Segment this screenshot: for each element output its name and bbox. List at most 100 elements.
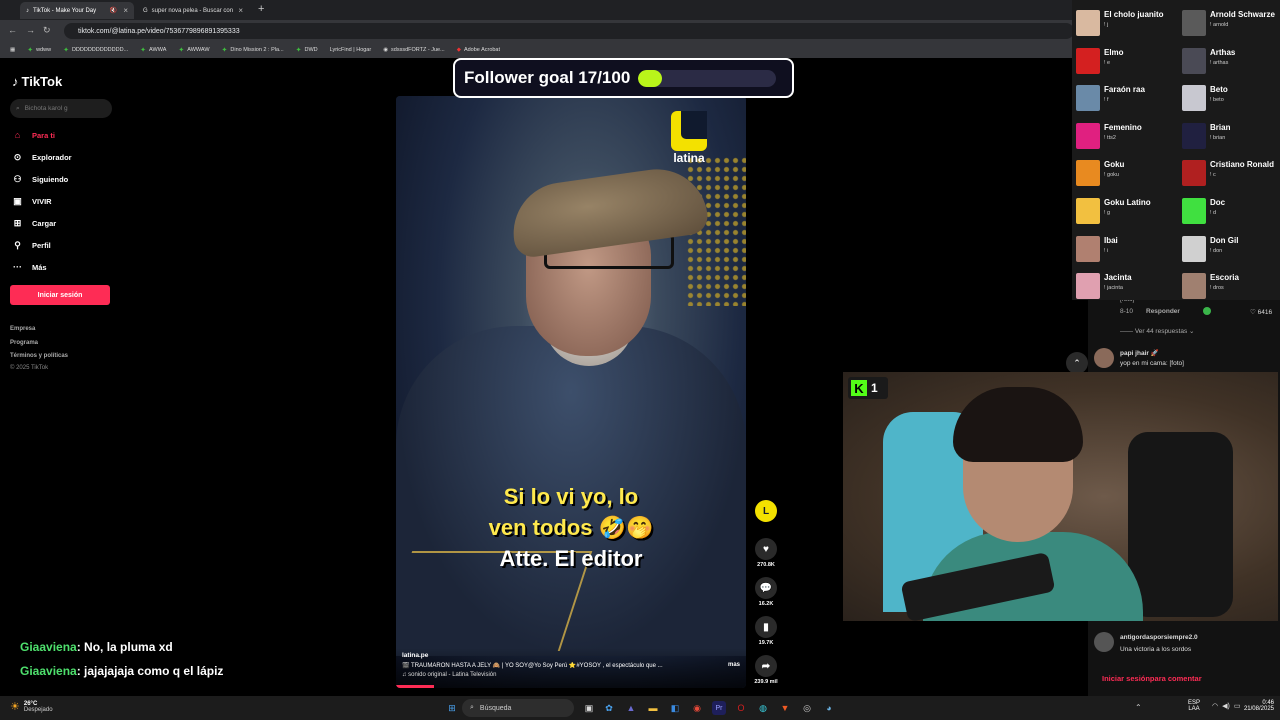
footer-link[interactable]: Empresa xyxy=(10,326,35,332)
viewer-voice-item[interactable]: Doc ! d xyxy=(1182,198,1280,234)
back-icon[interactable]: ← xyxy=(8,25,17,35)
nav-explorador[interactable]: ⊙ Explorador xyxy=(12,152,72,163)
close-icon[interactable]: × xyxy=(238,6,243,15)
viewer-voice-item[interactable]: Arnold Schwarze ! arnold xyxy=(1182,10,1280,46)
viewer-voice-item[interactable]: Goku Latino ! g xyxy=(1076,198,1180,234)
footer-link[interactable]: Programa xyxy=(10,340,38,346)
viewer-avatar xyxy=(1182,10,1206,36)
close-icon[interactable]: × xyxy=(123,6,128,15)
url-bar[interactable]: tiktok.com/@latina.pe/video/753677989689… xyxy=(64,23,1074,39)
bookmark-icon: ✦ xyxy=(140,47,147,54)
clock[interactable]: 0:46 21/08/2025 xyxy=(1238,700,1274,712)
viewer-command: ! d xyxy=(1210,210,1217,216)
viewer-voice-item[interactable]: Cristiano Ronald ! c xyxy=(1182,160,1280,196)
search-input[interactable]: ⌕ Bichota karol g xyxy=(10,99,112,118)
nav-mas[interactable]: ··· Más xyxy=(12,262,47,272)
taskbar-search[interactable]: ⌕ Búsqueda xyxy=(462,699,574,717)
nav-para-ti[interactable]: ⌂ Para ti xyxy=(12,130,55,140)
viewer-voice-item[interactable]: Faraón raa ! f xyxy=(1076,85,1180,121)
comment-user[interactable]: papi jhair 🚀 xyxy=(1120,349,1159,357)
viewer-voice-item[interactable]: Jacinta ! jacinta xyxy=(1076,273,1180,309)
live-icon: ▣ xyxy=(13,196,22,206)
bookmark[interactable]: LyricFind | Hogar xyxy=(330,47,372,53)
chevron-up-icon[interactable]: ⌃ xyxy=(1066,352,1088,374)
bookmark-label: AWWA xyxy=(149,47,167,53)
bookmark[interactable]: ✦ AWWAW xyxy=(178,46,209,54)
bookmark-icon: ✦ xyxy=(63,47,69,54)
login-to-comment[interactable]: Iniciar sesiónpara comentar xyxy=(1102,674,1202,683)
bookmark[interactable]: ✦ AWWA xyxy=(140,46,166,54)
browser-tab-search[interactable]: G super nova pelea - Buscar con × xyxy=(137,2,249,19)
like-button[interactable]: ♥ 270.8K xyxy=(752,538,780,568)
video-sound[interactable]: ♫ sonido original - Latina Televisión xyxy=(402,672,740,678)
comment-like[interactable]: ♡ 6416 xyxy=(1250,308,1272,316)
reload-icon[interactable]: ↻ xyxy=(43,25,51,36)
teams-icon[interactable]: ▲ xyxy=(624,701,638,715)
viewer-voice-item[interactable]: Arthas ! arthas xyxy=(1182,47,1280,84)
comment-button[interactable]: 💬 16.2K xyxy=(752,577,780,607)
premiere-icon[interactable]: Pr xyxy=(712,701,726,715)
browser-tab-tiktok[interactable]: ♪ TikTok - Make Your Day 🔇 × xyxy=(20,2,134,19)
weather-widget[interactable]: ☀ 26°C Despejado xyxy=(10,700,53,714)
tiktok-logo[interactable]: ♪ TikTok xyxy=(12,74,62,89)
viewer-voice-item[interactable]: Goku ! goku xyxy=(1076,160,1180,196)
avatar[interactable] xyxy=(1094,348,1114,368)
store-icon[interactable]: ◧ xyxy=(668,701,682,715)
obs-icon[interactable]: ◎ xyxy=(800,701,814,715)
bookmark[interactable]: ✦ Dino Mission 2 : Pla... xyxy=(222,46,284,54)
login-button[interactable]: Iniciar sesión xyxy=(10,285,110,305)
bookmark-icon: ▮ xyxy=(755,616,777,638)
edge-icon[interactable]: ◍ xyxy=(756,701,770,715)
bookmark-icon: ✦ xyxy=(178,47,185,54)
viewer-voice-item[interactable]: Don Gil ! don xyxy=(1182,235,1280,272)
viewer-name: Elmo xyxy=(1104,47,1124,57)
opera-icon[interactable]: O xyxy=(734,701,748,715)
nav-perfil[interactable]: ⚲ Perfil xyxy=(12,240,51,251)
nav-siguiendo[interactable]: ⚇ Siguiendo xyxy=(12,174,68,185)
view-replies[interactable]: —— Ver 44 respuestas ⌄ xyxy=(1120,327,1194,335)
footer-link[interactable]: Términos y políticas xyxy=(10,353,68,359)
new-tab-icon[interactable]: + xyxy=(258,3,264,15)
steam-icon[interactable]: ◕ xyxy=(822,701,836,715)
mute-icon[interactable]: 🔇 xyxy=(110,7,117,14)
chrome-icon[interactable]: ◉ xyxy=(690,701,704,715)
copilot-icon[interactable]: ✿ xyxy=(602,701,616,715)
task-view-icon[interactable]: ▣ xyxy=(582,701,596,715)
apps-icon[interactable]: ▦ xyxy=(10,47,15,53)
comment-user[interactable]: antigordasporsiempre2.0 xyxy=(1120,634,1198,641)
brave-icon[interactable]: ▼ xyxy=(778,701,792,715)
tray-chevron-icon[interactable]: ⌃ xyxy=(1135,703,1142,712)
viewer-avatar xyxy=(1076,10,1100,36)
language-indicator[interactable]: ESP LAA xyxy=(1188,700,1200,712)
more-link[interactable]: más xyxy=(728,662,740,669)
system-tray[interactable]: ◠ ◀) ▭ xyxy=(1212,702,1240,710)
viewer-voice-item[interactable]: Escoria ! dros xyxy=(1182,273,1280,309)
video-player[interactable]: latina Si lo vi yo, lo ven todos 🤣🤭 Atte… xyxy=(396,96,746,688)
viewer-voice-item[interactable]: Femenino ! tts2 xyxy=(1076,122,1180,159)
forward-icon[interactable]: → xyxy=(26,25,35,35)
save-button[interactable]: ▮ 19.7K xyxy=(752,616,780,646)
bookmark-label: Dino Mission 2 : Pla... xyxy=(230,47,284,53)
viewer-voice-item[interactable]: El cholo juanito ! j xyxy=(1076,10,1180,46)
tiktok-sidebar: ♪ TikTok ⌕ Bichota karol g ⌂ Para ti ⊙ Exp… xyxy=(0,60,396,696)
viewer-voice-item[interactable]: Elmo ! e xyxy=(1076,47,1180,84)
nav-label: VIVIR xyxy=(32,197,52,206)
nav-vivir[interactable]: ▣ VIVIR xyxy=(12,196,52,207)
creator-avatar[interactable]: L xyxy=(752,500,780,524)
viewer-voice-item[interactable]: Beto ! beto xyxy=(1182,85,1280,121)
folder-icon[interactable]: ▬ xyxy=(646,701,660,715)
bookmark[interactable]: ✦ DWD xyxy=(296,46,318,54)
viewer-voice-item[interactable]: Brian ! brian xyxy=(1182,122,1280,159)
bookmark[interactable]: ◆ Adobe Acrobat xyxy=(457,47,500,53)
bookmark[interactable]: ◉ sdsssdFORTZ - Jue... xyxy=(383,47,445,53)
bookmark[interactable]: ✦ wdww xyxy=(27,46,51,54)
progress-bar[interactable] xyxy=(396,685,434,688)
bookmark[interactable]: ✦ DDDDDDDDDDDDD... xyxy=(63,46,128,54)
video-handle[interactable]: latina.pe xyxy=(402,652,740,659)
avatar[interactable] xyxy=(1094,632,1114,652)
windows-start-icon[interactable]: ⊞ xyxy=(445,701,459,715)
share-button[interactable]: ➦ 239.9 mil xyxy=(752,655,780,685)
nav-cargar[interactable]: ⊞ Cargar xyxy=(12,218,56,229)
caption-line: Atte. El editor xyxy=(499,546,643,571)
viewer-voice-item[interactable]: Ibai ! i xyxy=(1076,235,1180,272)
